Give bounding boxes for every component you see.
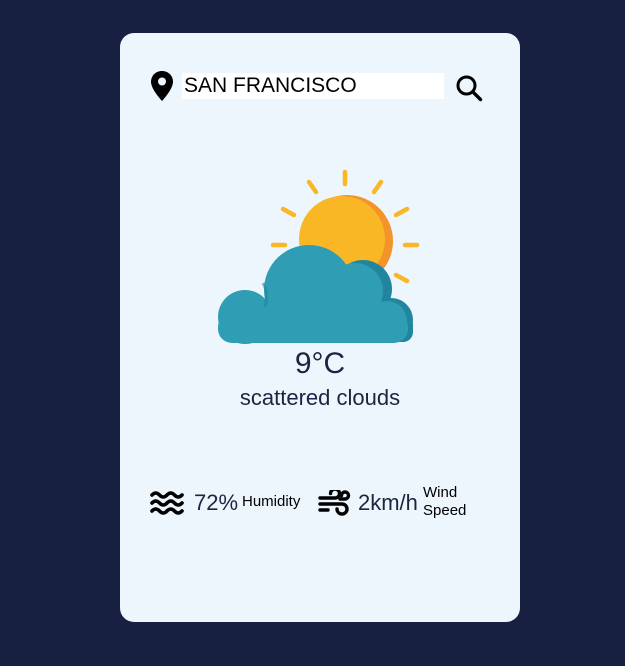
humidity-value: 72% xyxy=(194,490,239,515)
wind-speed-label-line2: Speed xyxy=(423,502,467,519)
temperature-value: 9°C xyxy=(294,347,346,380)
wind-speed-value: 2km/h xyxy=(358,490,418,515)
humidity-label: Humidity xyxy=(242,493,301,510)
wind-icon xyxy=(318,490,351,516)
sun-behind-cloud-icon xyxy=(218,169,420,344)
wind-speed-label: Wind Speed xyxy=(423,484,483,520)
waves-icon xyxy=(150,491,184,515)
weather-description: scattered clouds xyxy=(239,385,401,410)
weather-card: 9°C scattered clouds 72% Humidity 2km/h … xyxy=(120,33,520,622)
map-pin-icon xyxy=(151,71,173,101)
search-icon[interactable] xyxy=(455,74,483,102)
wind-speed-label-line1: Wind xyxy=(423,484,458,501)
city-search-input[interactable] xyxy=(182,73,444,99)
